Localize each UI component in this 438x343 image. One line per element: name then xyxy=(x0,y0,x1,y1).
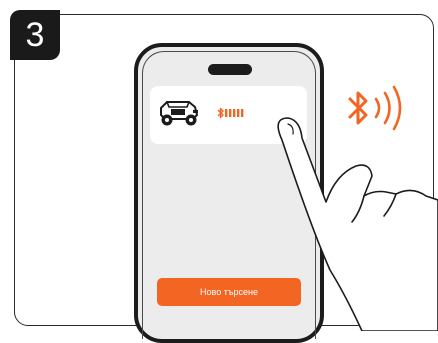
tapping-hand-icon xyxy=(277,117,438,331)
new-search-label: Ново търсене xyxy=(200,287,258,297)
bluetooth-icon xyxy=(217,107,224,119)
mower-icon xyxy=(160,101,199,126)
step-number-badge: 3 xyxy=(10,10,60,60)
phone-notch xyxy=(208,64,252,75)
signal-strength-icon xyxy=(225,109,244,117)
step-number: 3 xyxy=(25,15,45,54)
